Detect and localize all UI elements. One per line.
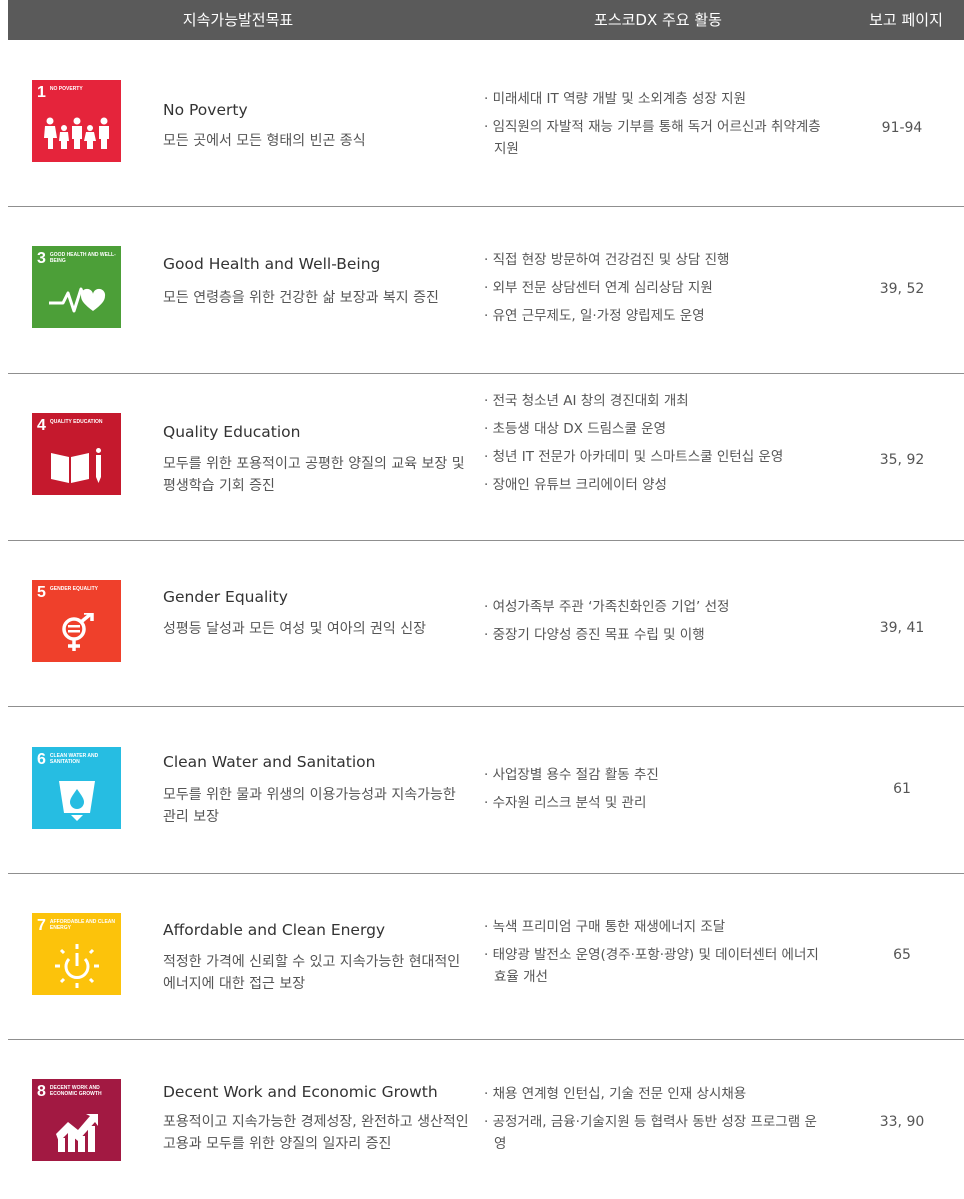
report-page-ref: 33, 90 bbox=[879, 1114, 925, 1130]
activity-item: · 외부 전문 상담센터 연계 심리상담 지원 bbox=[484, 280, 713, 296]
activity-item: · 초등생 대상 DX 드림스쿨 운영 bbox=[484, 421, 667, 437]
activity-item: · 장애인 유튜브 크리에이터 양성 bbox=[484, 477, 667, 493]
activity-item: · 태양광 발전소 운영(경주·포항·광양) 및 데이터센터 에너지 효율 개선 bbox=[484, 947, 819, 985]
header-page-label: 보고 페이지 bbox=[869, 11, 943, 29]
activity-item: · 채용 연계형 인턴십, 기술 전문 인재 상시채용 bbox=[484, 1086, 747, 1102]
sdg-goal-icon: 8 DECENT WORK AND ECONOMIC GROWTH bbox=[32, 1079, 121, 1161]
report-page-ref: 61 bbox=[893, 781, 911, 797]
activity-list: · 녹색 프리미엄 구매 통한 재생에너지 조달 · 태양광 발전소 운영(경주·… bbox=[484, 916, 829, 994]
row-divider bbox=[8, 873, 964, 874]
sdg-goal-icon: 1 NO POVERTY bbox=[32, 80, 121, 162]
report-page-ref: 91-94 bbox=[881, 120, 923, 136]
activity-item: · 공정거래, 금융·기술지원 등 협력사 동반 성장 프로그램 운영 bbox=[484, 1114, 817, 1152]
sdg-number: 6 bbox=[37, 751, 46, 768]
header-goal-label: 지속가능발전목표 bbox=[182, 11, 294, 29]
goal-description-ko: 포용적이고 지속가능한 경제성장, 완전하고 생산적인 고용과 모두를 위한 양… bbox=[163, 1114, 469, 1152]
goal-title-en: Quality Education bbox=[163, 423, 301, 441]
activity-item: · 청년 IT 전문가 아카데미 및 스마트스쿨 인턴십 운영 bbox=[484, 449, 784, 465]
row-divider bbox=[8, 373, 964, 374]
activity-list: · 채용 연계형 인턴십, 기술 전문 인재 상시채용 · 공정거래, 금융·기술… bbox=[484, 1083, 829, 1161]
activity-list: · 미래세대 IT 역량 개발 및 소외계층 성장 지원 · 임직원의 자발적 재… bbox=[484, 88, 829, 166]
book-pencil-icon bbox=[37, 440, 116, 491]
sdg-icon-title: CLEAN WATER AND SANITATION bbox=[49, 753, 99, 765]
activity-item: · 여성가족부 주관 ‘가족친화인증 기업’ 선정 bbox=[484, 599, 730, 615]
header-activity-label: 포스코DX 주요 활동 bbox=[594, 11, 722, 29]
goal-description-ko: 모두를 위한 포용적이고 공평한 양질의 교육 보장 및 평생학습 기회 증진 bbox=[163, 456, 465, 494]
activity-item: · 유연 근무제도, 일·가정 양립제도 운영 bbox=[484, 308, 705, 324]
goal-title-en: Affordable and Clean Energy bbox=[163, 921, 386, 939]
goal-description-ko: 적정한 가격에 신뢰할 수 있고 지속가능한 현대적인 에너지에 대한 접근 보… bbox=[163, 954, 461, 992]
activity-list: · 여성가족부 주관 ‘가족친화인증 기업’ 선정 · 중장기 다양성 증진 목표… bbox=[484, 596, 829, 652]
activity-list: · 사업장별 용수 절감 활동 추진 · 수자원 리스크 분석 및 관리 bbox=[484, 764, 829, 820]
sdg-icon-title: GENDER EQUALITY bbox=[49, 586, 98, 592]
goal-description-ko: 성평등 달성과 모든 여성 및 여아의 권익 신장 bbox=[163, 621, 426, 637]
sdg-number: 5 bbox=[37, 584, 46, 601]
sdg-number: 7 bbox=[37, 917, 46, 934]
goal-title-en: Decent Work and Economic Growth bbox=[163, 1083, 438, 1101]
activity-item: · 수자원 리스크 분석 및 관리 bbox=[484, 795, 647, 811]
report-page-ref: 65 bbox=[893, 947, 911, 963]
sdg-goal-icon: 3 GOOD HEALTH AND WELL-BEING bbox=[32, 246, 121, 328]
activity-list: · 전국 청소년 AI 창의 경진대회 개최 · 초등생 대상 DX 드림스쿨 운… bbox=[484, 390, 829, 502]
goal-description-ko: 모든 연령층을 위한 건강한 삶 보장과 복지 증진 bbox=[163, 290, 439, 306]
activity-list: · 직접 현장 방문하여 건강검진 및 상담 진행 · 외부 전문 상담센터 연계… bbox=[484, 249, 829, 333]
report-page-ref: 35, 92 bbox=[879, 452, 925, 468]
activity-item: · 전국 청소년 AI 창의 경진대회 개최 bbox=[484, 393, 689, 409]
power-sun-icon bbox=[37, 940, 116, 991]
sdg-number: 3 bbox=[37, 250, 46, 267]
row-divider bbox=[8, 540, 964, 541]
family-icon bbox=[37, 107, 116, 158]
activity-item: · 사업장별 용수 절감 활동 추진 bbox=[484, 767, 659, 783]
report-page-ref: 39, 41 bbox=[879, 620, 925, 636]
sdg-number: 1 bbox=[37, 84, 46, 101]
row-divider bbox=[8, 1039, 964, 1040]
activity-item: · 임직원의 자발적 재능 기부를 통해 독거 어르신과 취약계층 지원 bbox=[484, 119, 821, 157]
sdg-number: 8 bbox=[37, 1083, 46, 1100]
growth-chart-icon bbox=[37, 1106, 116, 1157]
heartbeat-icon bbox=[37, 273, 116, 324]
gender-equality-icon bbox=[37, 607, 116, 658]
sdg-goal-icon: 5 GENDER EQUALITY bbox=[32, 580, 121, 662]
sdg-icon-title: QUALITY EDUCATION bbox=[49, 419, 103, 425]
water-glass-icon bbox=[37, 774, 116, 825]
activity-item: · 녹색 프리미엄 구매 통한 재생에너지 조달 bbox=[484, 919, 726, 935]
row-divider bbox=[8, 706, 964, 707]
sdg-icon-title: GOOD HEALTH AND WELL-BEING bbox=[49, 252, 116, 264]
sdg-number: 4 bbox=[37, 417, 46, 434]
sdg-icon-title: DECENT WORK AND ECONOMIC GROWTH bbox=[49, 1085, 102, 1097]
activity-item: · 미래세대 IT 역량 개발 및 소외계층 성장 지원 bbox=[484, 91, 746, 107]
sdg-goal-icon: 6 CLEAN WATER AND SANITATION bbox=[32, 747, 121, 829]
goal-title-en: Gender Equality bbox=[163, 588, 288, 606]
goal-description-ko: 모든 곳에서 모든 형태의 빈곤 종식 bbox=[163, 133, 366, 149]
table-header: 지속가능발전목표 포스코DX 주요 활동 보고 페이지 bbox=[8, 0, 964, 40]
activity-item: · 직접 현장 방문하여 건강검진 및 상담 진행 bbox=[484, 252, 730, 268]
report-page-ref: 39, 52 bbox=[879, 281, 925, 297]
sdg-goal-icon: 7 AFFORDABLE AND CLEAN ENERGY bbox=[32, 913, 121, 995]
goal-title-en: Good Health and Well-Being bbox=[163, 255, 381, 273]
goal-description-ko: 모두를 위한 물과 위생의 이용가능성과 지속가능한 관리 보장 bbox=[163, 787, 456, 825]
goal-title-en: No Poverty bbox=[163, 101, 248, 119]
row-divider bbox=[8, 206, 964, 207]
sdg-icon-title: AFFORDABLE AND CLEAN ENERGY bbox=[49, 919, 115, 931]
sdg-icon-title: NO POVERTY bbox=[49, 86, 83, 92]
activity-item: · 중장기 다양성 증진 목표 수립 및 이행 bbox=[484, 627, 705, 643]
goal-title-en: Clean Water and Sanitation bbox=[163, 753, 376, 771]
sdg-goal-icon: 4 QUALITY EDUCATION bbox=[32, 413, 121, 495]
